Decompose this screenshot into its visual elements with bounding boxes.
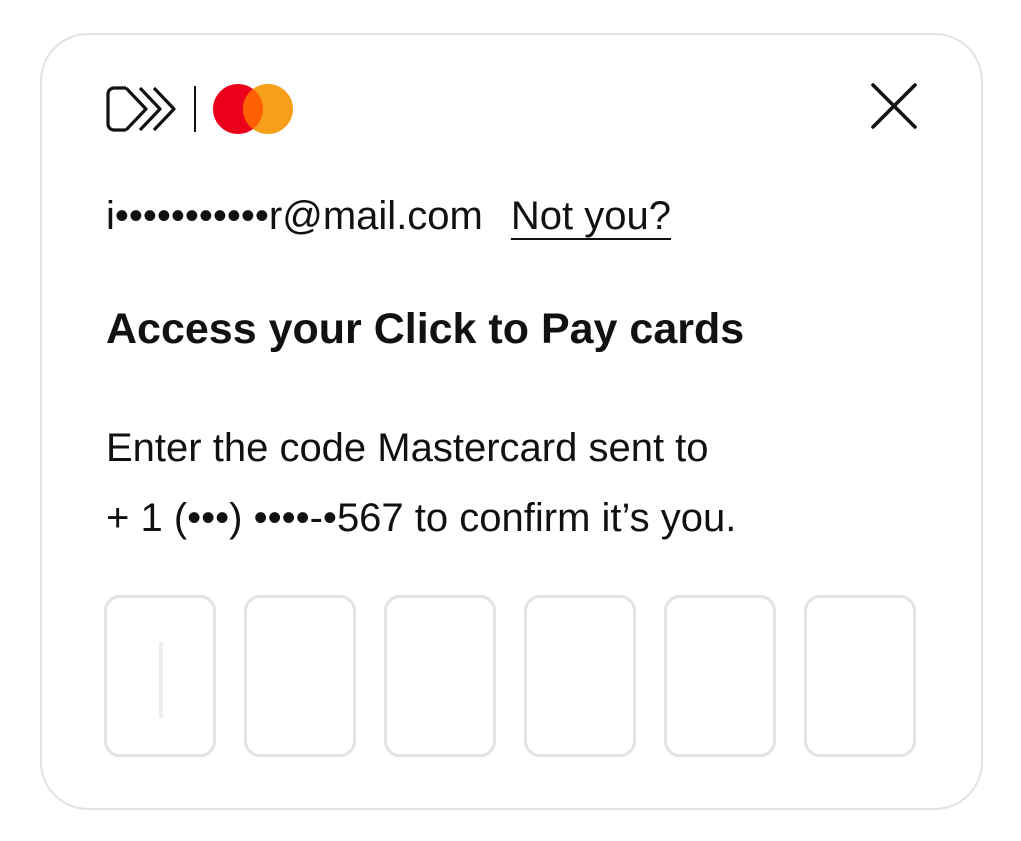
instructions-line-2: + 1 (•••) ••••-•567 to confirm it’s you. (106, 496, 737, 540)
masked-email: i•••••••••••r@mail.com (106, 194, 483, 238)
otp-digit-1[interactable] (104, 595, 216, 757)
otp-input-group (104, 595, 916, 757)
otp-digit-2[interactable] (244, 595, 356, 757)
otp-instructions: Enter the code Mastercard sent to + 1 (•… (106, 413, 946, 553)
click-to-pay-icon (106, 86, 176, 132)
close-button[interactable] (869, 81, 919, 131)
otp-digit-5[interactable] (664, 595, 776, 757)
dialog-title: Access your Click to Pay cards (106, 305, 745, 353)
otp-digit-3[interactable] (384, 595, 496, 757)
mastercard-logo (213, 84, 293, 134)
logo-divider (194, 86, 196, 132)
instructions-line-1: Enter the code Mastercard sent to (106, 426, 709, 470)
account-row: i•••••••••••r@mail.com Not you? (106, 187, 671, 245)
otp-digit-6[interactable] (804, 595, 916, 757)
close-icon (871, 83, 917, 129)
otp-digit-4[interactable] (524, 595, 636, 757)
text-caret (159, 642, 163, 718)
click-to-pay-dialog: i•••••••••••r@mail.com Not you? Access y… (40, 33, 983, 810)
brand-header (106, 81, 294, 137)
not-you-link[interactable]: Not you? (511, 187, 671, 245)
